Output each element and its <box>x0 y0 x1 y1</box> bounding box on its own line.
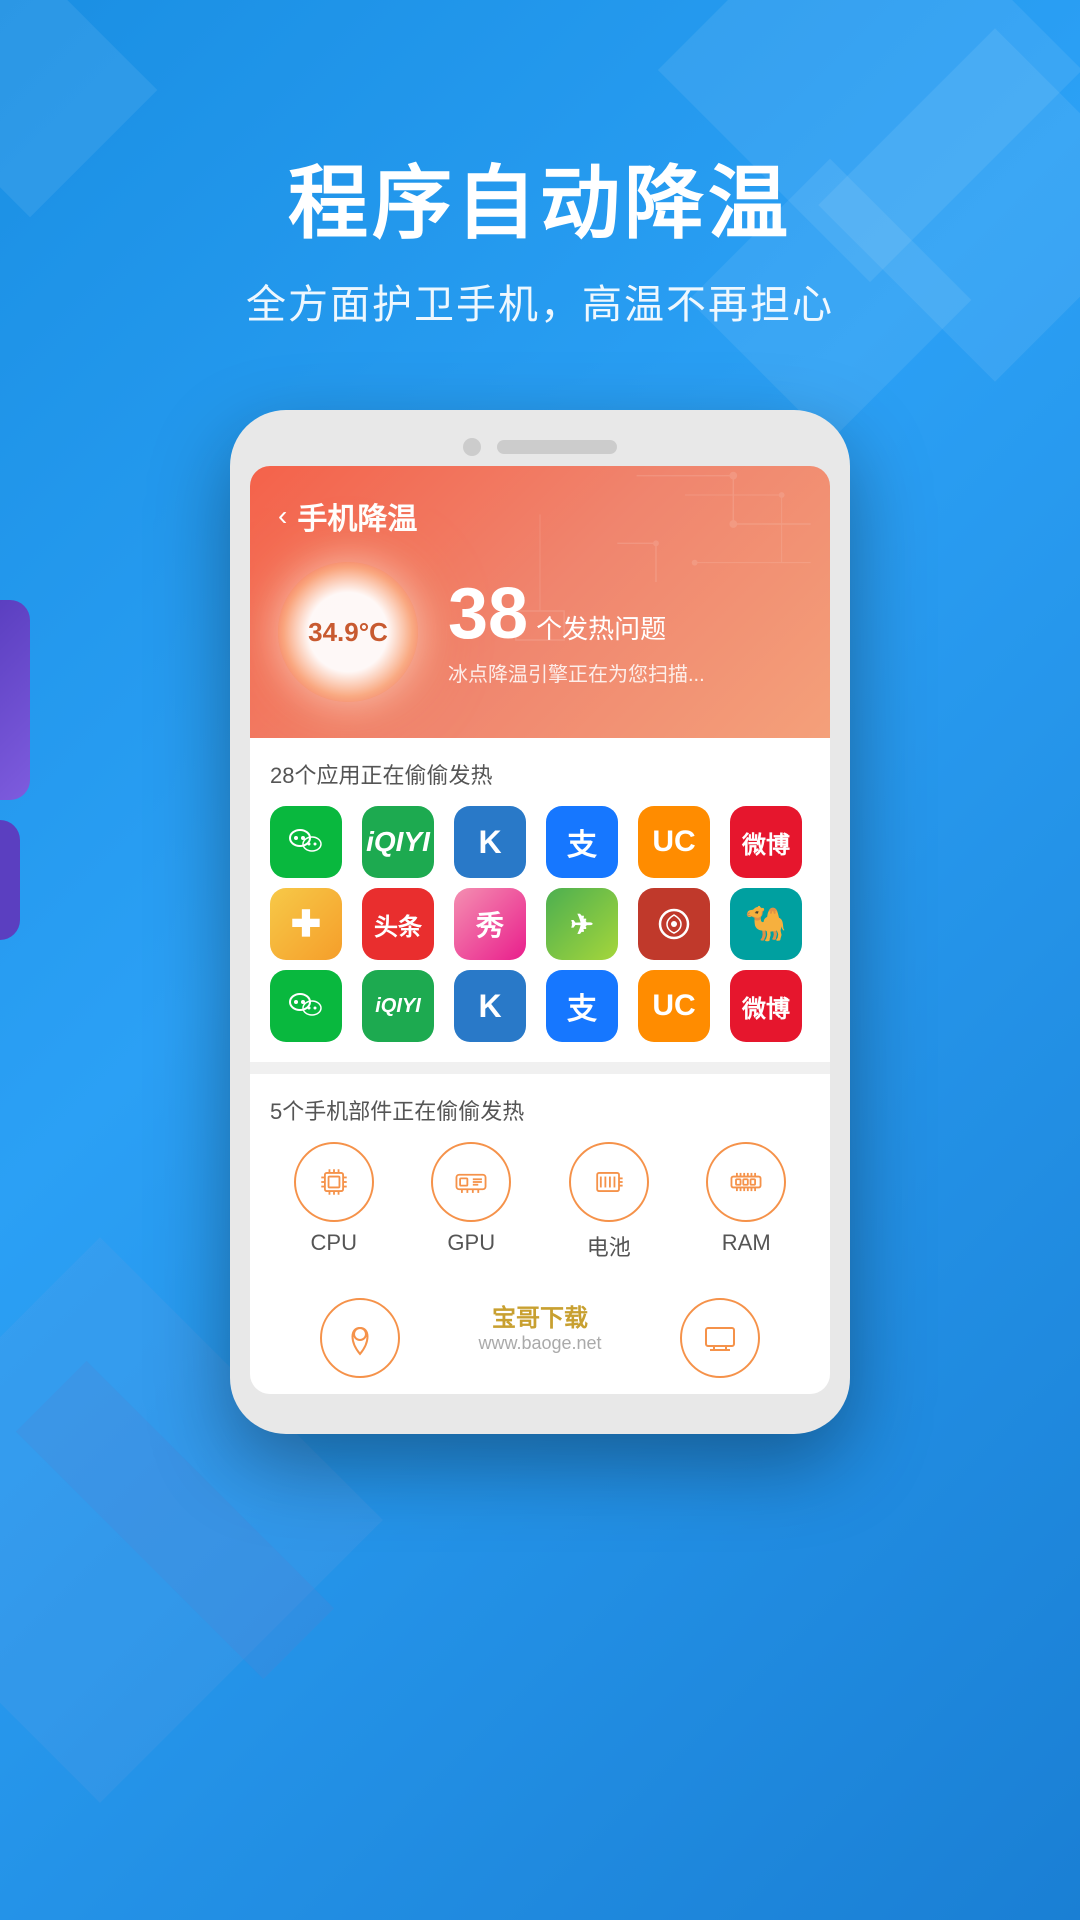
header-info: 38 个发热问题 冰点降温引擎正在为您扫描... <box>448 578 705 687</box>
bottom-screen <box>630 1298 810 1378</box>
app-icon-camel[interactable]: 🐪 <box>730 888 802 960</box>
temperature-circle: 34.9°C <box>278 562 418 702</box>
cpu-label: CPU <box>311 1230 357 1256</box>
watermark-url: www.baoge.net <box>478 1333 601 1354</box>
temperature-value: 34.9°C <box>308 617 388 648</box>
location-icon <box>340 1318 380 1358</box>
components-section: 5个手机部件正在偷偷发热 <box>250 1074 830 1282</box>
component-cpu: CPU <box>270 1142 398 1262</box>
section-divider <box>250 1062 830 1074</box>
bottom-row: 宝哥下载 www.baoge.net <box>250 1282 830 1394</box>
app-title: 手机降温 <box>297 494 417 538</box>
app-icon-iqiyi[interactable]: iQIYI <box>362 806 434 878</box>
apps-section-label: 28个应用正在偷偷发热 <box>270 758 810 790</box>
issue-label: 个发热问题 <box>536 609 666 646</box>
app-icon-kuwo-2[interactable]: K <box>454 970 526 1042</box>
phone-speaker <box>497 440 617 454</box>
phone-camera <box>463 438 481 456</box>
location-icon-circle <box>320 1298 400 1378</box>
cpu-icon-circle <box>294 1142 374 1222</box>
apps-row-3: iQIYI K 支 UC 微博 <box>270 970 810 1042</box>
apps-section: 28个应用正在偷偷发热 iQIYI K 支 <box>250 738 830 1062</box>
gpu-label: GPU <box>447 1230 495 1256</box>
app-icon-amap[interactable]: ✈ <box>546 888 618 960</box>
apps-row-1: iQIYI K 支 UC 微博 <box>270 806 810 878</box>
app-icon-360[interactable]: ✚ <box>270 888 342 960</box>
screen-icon-circle <box>680 1298 760 1378</box>
components-grid: CPU <box>270 1142 810 1262</box>
app-icon-alipay-2[interactable]: 支 <box>546 970 618 1042</box>
app-icon-wechat-2[interactable] <box>270 970 342 1042</box>
cpu-icon <box>314 1162 354 1202</box>
app-header-top: ‹ 手机降温 <box>278 494 802 538</box>
app-icon-iqiyi-2[interactable]: iQIYI <box>362 970 434 1042</box>
hero-subtitle: 全方面护卫手机，高温不再担心 <box>0 272 1080 330</box>
app-icon-kuwo[interactable]: K <box>454 806 526 878</box>
scan-text: 冰点降温引擎正在为您扫描... <box>448 658 705 687</box>
phone-body: ‹ 手机降温 34.9°C 38 个发热问题 冰点降温引擎正在为您扫描... <box>230 410 850 1434</box>
component-ram: RAM <box>683 1142 811 1262</box>
hero-title: 程序自动降温 <box>0 160 1080 248</box>
app-icon-weibo[interactable]: 微博 <box>730 806 802 878</box>
ram-label: RAM <box>722 1230 771 1256</box>
ram-icon <box>726 1162 766 1202</box>
watermark-brand: 宝哥下载 <box>478 1298 601 1333</box>
screen-icon <box>700 1318 740 1358</box>
battery-icon <box>589 1162 629 1202</box>
gpu-icon-circle <box>431 1142 511 1222</box>
component-gpu: GPU <box>408 1142 536 1262</box>
app-icon-uc[interactable]: UC <box>638 806 710 878</box>
app-icon-toutiao[interactable]: 头条 <box>362 888 434 960</box>
battery-icon-circle <box>569 1142 649 1222</box>
app-icon-uc-2[interactable]: UC <box>638 970 710 1042</box>
phone-top-bar <box>250 438 830 456</box>
phone-screen: ‹ 手机降温 34.9°C 38 个发热问题 冰点降温引擎正在为您扫描... <box>250 466 830 1394</box>
gpu-icon <box>451 1162 491 1202</box>
bottom-baoge: 宝哥下载 www.baoge.net <box>450 1298 630 1378</box>
app-icon-weibo-2[interactable]: 微博 <box>730 970 802 1042</box>
components-section-label: 5个手机部件正在偷偷发热 <box>270 1094 810 1126</box>
apps-row-2: ✚ 头条 秀 ✈ 🐪 <box>270 888 810 960</box>
app-icon-netease[interactable] <box>638 888 710 960</box>
header-content: 34.9°C 38 个发热问题 冰点降温引擎正在为您扫描... <box>278 562 802 702</box>
app-icon-alipay[interactable]: 支 <box>546 806 618 878</box>
back-button[interactable]: ‹ <box>278 500 287 532</box>
hero-section: 程序自动降温 全方面护卫手机，高温不再担心 <box>0 0 1080 330</box>
app-icon-xiu[interactable]: 秀 <box>454 888 526 960</box>
app-header: ‹ 手机降温 34.9°C 38 个发热问题 冰点降温引擎正在为您扫描... <box>250 466 830 738</box>
component-battery: 电池 <box>545 1142 673 1262</box>
phone-mockup: ‹ 手机降温 34.9°C 38 个发热问题 冰点降温引擎正在为您扫描... <box>0 410 1080 1434</box>
ram-icon-circle <box>706 1142 786 1222</box>
battery-label: 电池 <box>587 1230 631 1262</box>
issue-count: 38 <box>448 578 528 650</box>
app-icon-wechat[interactable] <box>270 806 342 878</box>
bottom-location <box>270 1298 450 1378</box>
